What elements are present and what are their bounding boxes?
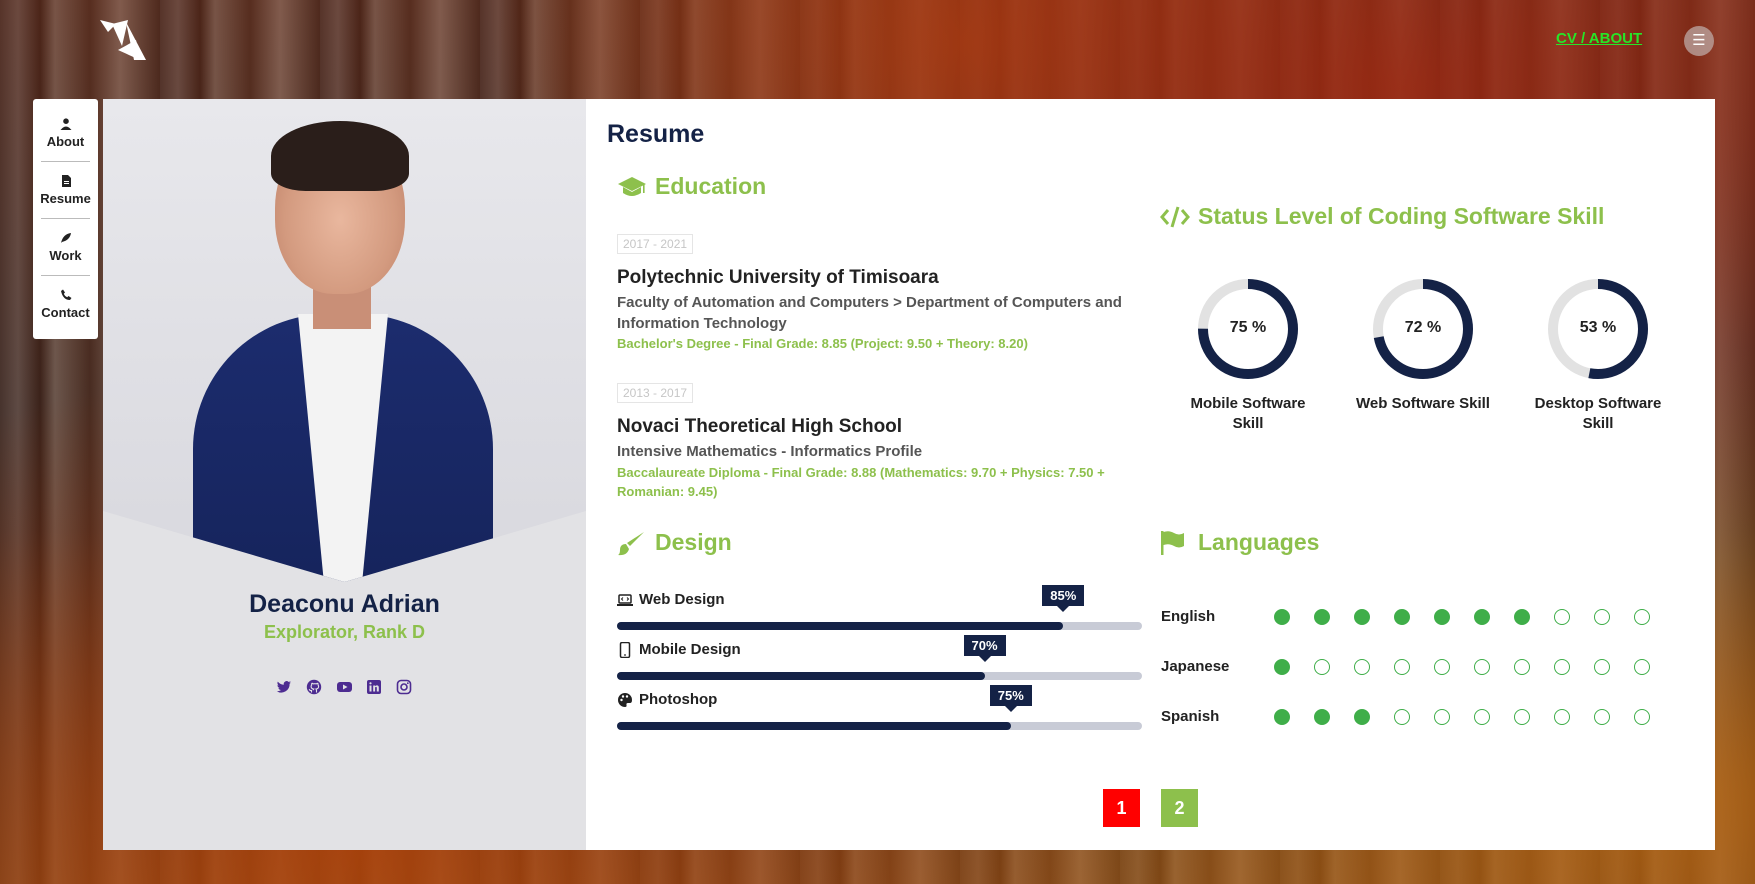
- education-heading: Education: [617, 173, 766, 200]
- language-level-dot: [1474, 709, 1490, 725]
- language-level-dot: [1474, 609, 1490, 625]
- skill-gauge-value: 72 %: [1404, 319, 1442, 336]
- cv-about-link[interactable]: CV / ABOUT: [1556, 30, 1642, 47]
- site-logo[interactable]: [98, 16, 154, 64]
- education-school: Polytechnic University of Timisoara: [617, 267, 939, 288]
- language-level-dot: [1314, 709, 1330, 725]
- design-bar-value: 85%: [1042, 585, 1085, 612]
- language-level-dot: [1274, 659, 1290, 675]
- youtube-icon[interactable]: [336, 679, 353, 696]
- profile-photo: [103, 99, 586, 582]
- language-level-dot: [1394, 709, 1410, 725]
- design-bar: [617, 672, 1142, 680]
- language-level-dot: [1274, 609, 1290, 625]
- education-grade: Bachelor's Degree - Final Grade: 8.85 (P…: [617, 336, 1028, 351]
- language-level-dot: [1354, 659, 1370, 675]
- nav-label: About: [46, 133, 85, 149]
- twitter-icon[interactable]: [276, 679, 293, 696]
- design-bar: [617, 722, 1142, 730]
- language-level-dot: [1274, 709, 1290, 725]
- skill-gauge-label: Desktop Software Skill: [1534, 395, 1662, 432]
- language-level-dot: [1554, 659, 1570, 675]
- profile-rank: Explorator, Rank D: [263, 622, 426, 642]
- page-button-1[interactable]: 1: [1103, 789, 1140, 827]
- design-bar-value: 75%: [989, 685, 1032, 712]
- language-level-dot: [1594, 659, 1610, 675]
- github-icon[interactable]: [306, 679, 323, 696]
- design-heading: Design: [617, 529, 732, 556]
- nav-label: Work: [49, 247, 82, 263]
- mobile-icon: [619, 641, 631, 658]
- resume-card: Deaconu Adrian Explorator, Rank D Resume…: [103, 99, 1715, 850]
- language-level-dot: [1314, 659, 1330, 675]
- language-level-dot: [1634, 609, 1650, 625]
- language-level-dot: [1394, 609, 1410, 625]
- skill-gauge-value: 75 %: [1229, 319, 1267, 336]
- language-level-dot: [1634, 659, 1650, 675]
- page-button-2[interactable]: 2: [1161, 789, 1198, 827]
- language-level-dot: [1514, 709, 1530, 725]
- education-years: 2017 - 2021: [617, 234, 694, 254]
- file-icon: [61, 174, 71, 187]
- flag-icon: [1161, 530, 1184, 555]
- language-level-dot: [1594, 609, 1610, 625]
- language-level-dot: [1634, 709, 1650, 725]
- language-level-dot: [1554, 609, 1570, 625]
- phone-icon: [60, 289, 71, 300]
- linkedin-icon[interactable]: [366, 679, 383, 696]
- design-bar: [617, 622, 1142, 630]
- code-icon: [1160, 206, 1190, 227]
- nav-label: Contact: [41, 305, 90, 320]
- education-years: 2013 - 2017: [617, 383, 694, 403]
- design-bar-label: Web Design: [617, 591, 725, 608]
- language-level-dot: [1554, 709, 1570, 725]
- language-level-dot: [1514, 609, 1530, 625]
- hamburger-icon[interactable]: ☰: [1684, 26, 1714, 56]
- education-school: Novaci Theoretical High School: [617, 416, 903, 437]
- graduation-cap-icon: [618, 176, 646, 196]
- nav-item-contact[interactable]: Contact: [41, 276, 90, 333]
- laptop-code-icon: [617, 593, 633, 606]
- design-bar-label: Photoshop: [617, 691, 717, 708]
- resume-title: Resume: [607, 120, 705, 148]
- education-grade: Baccalaureate Diploma - Final Grade: 8.8…: [617, 465, 1105, 499]
- language-level-dot: [1434, 659, 1450, 675]
- paint-brush-icon: [618, 531, 644, 555]
- coding-skill-heading: Status Level of Coding Software Skill: [1160, 203, 1604, 230]
- language-level-dot: [1354, 609, 1370, 625]
- feather-icon: [60, 232, 71, 243]
- language-level-dot: [1354, 709, 1370, 725]
- skill-gauge-label: Mobile Software Skill: [1190, 395, 1306, 432]
- user-icon: [60, 117, 71, 130]
- language-level-dot: [1474, 659, 1490, 675]
- profile-panel: Deaconu Adrian Explorator, Rank D: [103, 99, 586, 850]
- social-links: [103, 679, 586, 696]
- language-name: English: [1161, 608, 1216, 625]
- nav-item-work[interactable]: Work: [41, 219, 90, 276]
- language-level-dot: [1434, 609, 1450, 625]
- instagram-icon[interactable]: [396, 679, 413, 696]
- nav-item-resume[interactable]: Resume: [40, 162, 91, 219]
- language-level-dot: [1314, 609, 1330, 625]
- design-bar-value: 70%: [963, 635, 1006, 662]
- language-level-dot: [1594, 709, 1610, 725]
- education-faculty: Intensive Mathematics - Informatics Prof…: [617, 443, 923, 460]
- nav-item-about[interactable]: About: [41, 105, 90, 162]
- side-nav: About Resume Work Contact: [33, 99, 98, 339]
- nav-label: Resume: [40, 190, 91, 206]
- skill-gauge-label: Web Software Skill: [1356, 395, 1490, 412]
- skill-gauge-value: 53 %: [1579, 319, 1617, 336]
- profile-name: Deaconu Adrian: [249, 590, 440, 618]
- palette-icon: [618, 692, 632, 707]
- language-name: Japanese: [1161, 658, 1230, 675]
- language-name: Spanish: [1161, 708, 1220, 725]
- language-level-dot: [1514, 659, 1530, 675]
- language-level-dot: [1394, 659, 1410, 675]
- language-level-dot: [1434, 709, 1450, 725]
- design-bar-label: Mobile Design: [617, 641, 741, 658]
- education-faculty: Faculty of Automation and Computers > De…: [617, 294, 1122, 332]
- languages-heading: Languages: [1160, 529, 1319, 556]
